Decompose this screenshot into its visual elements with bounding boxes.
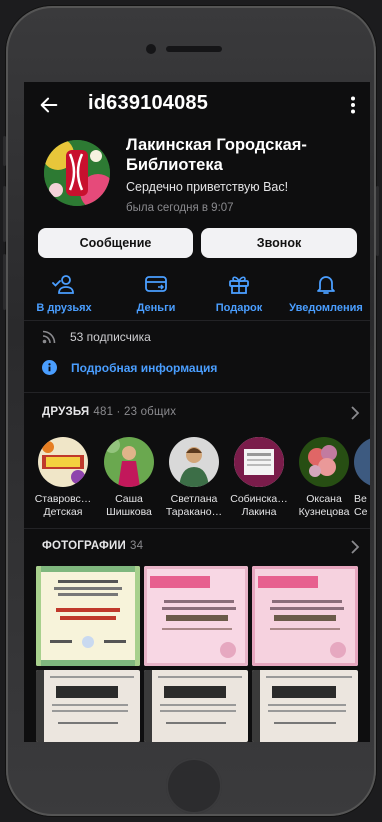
friend-item[interactable]: Саша Шишкова <box>94 437 164 519</box>
details-link: Подробная информация <box>71 360 218 375</box>
photo-thumbnail[interactable] <box>252 566 358 666</box>
divider <box>24 528 370 529</box>
friend-name: Тараканo… <box>165 506 223 518</box>
volume-up-button <box>3 186 6 242</box>
page-id-title: id639104085 <box>88 92 209 114</box>
call-button[interactable]: Звонок <box>201 228 357 258</box>
friend-name: Саша <box>115 493 143 505</box>
subscribers-row[interactable]: 53 подписчика <box>42 330 151 344</box>
friend-avatar <box>354 437 370 487</box>
photo-thumbnail[interactable] <box>252 670 358 742</box>
divider <box>24 392 370 393</box>
friend-avatar <box>299 437 349 487</box>
friend-avatar <box>104 437 154 487</box>
friend-check-icon <box>52 275 74 294</box>
friends-title: ДРУЗЬЯ <box>42 406 90 418</box>
profile-avatar[interactable] <box>44 140 110 206</box>
mute-switch <box>3 136 6 166</box>
app-screen: id639104085 Лакинская Городская-Библиоте… <box>24 82 370 742</box>
rss-icon <box>42 330 56 344</box>
action-label: В друзьях <box>36 302 92 314</box>
front-camera <box>146 44 156 54</box>
subscribers-count: 53 подписчика <box>70 330 151 344</box>
volume-down-button <box>3 254 6 310</box>
friend-name: Ставровс… <box>34 493 92 505</box>
photos-header[interactable]: ФОТОГРАФИИ 34 <box>42 540 143 552</box>
photos-title: ФОТОГРАФИИ <box>42 540 126 552</box>
friend-item[interactable]: Светлана Тараканo… <box>159 437 229 519</box>
friends-header[interactable]: ДРУЗЬЯ 481 · 23 общих <box>42 406 176 418</box>
profile-status: Сердечно приветствую Вас! <box>126 180 289 194</box>
friend-name: Се <box>354 506 368 518</box>
divider <box>24 320 370 321</box>
friend-item[interactable]: Оксана Кузнецова <box>289 437 359 519</box>
friend-name: Собинска… <box>230 493 288 505</box>
action-gift[interactable]: Подарок <box>199 272 279 314</box>
message-button[interactable]: Сообщение <box>38 228 193 258</box>
earpiece-speaker <box>166 46 222 52</box>
last-seen-text: была сегодня в 9:07 <box>126 202 234 214</box>
photo-thumbnail[interactable] <box>144 670 248 742</box>
action-label: Уведомления <box>289 302 363 314</box>
friend-item[interactable]: Собинска… Лакина <box>224 437 294 519</box>
photo-thumbnail[interactable] <box>36 670 140 742</box>
friend-item[interactable]: Ве Се <box>354 437 370 519</box>
back-arrow-icon[interactable] <box>38 94 60 116</box>
photo-thumbnail[interactable] <box>144 566 248 666</box>
top-bar: id639104085 <box>24 82 370 128</box>
friend-avatar <box>38 437 88 487</box>
gift-icon <box>229 276 249 294</box>
action-label: Подарок <box>215 302 263 314</box>
action-in-friends[interactable]: В друзьях <box>24 272 104 314</box>
friend-name: Лакина <box>241 506 277 518</box>
power-button <box>376 186 379 256</box>
chevron-right-icon[interactable] <box>350 540 360 554</box>
friends-count: 481 · 23 общих <box>93 406 177 418</box>
friend-avatar <box>169 437 219 487</box>
friend-name: Шишкова <box>106 506 152 518</box>
friend-name: Кузнецова <box>298 506 350 518</box>
friend-name: Оксана <box>306 493 342 505</box>
info-icon <box>42 360 57 375</box>
action-label: Деньги <box>136 302 176 314</box>
home-button[interactable] <box>166 758 222 814</box>
money-transfer-icon <box>145 276 167 292</box>
details-row[interactable]: Подробная информация <box>42 360 217 375</box>
photo-thumbnail[interactable] <box>36 566 140 666</box>
profile-name: Лакинская Городская-Библиотека <box>126 136 307 174</box>
friend-item[interactable]: Ставровс… Детская <box>28 437 98 519</box>
action-notifications[interactable]: Уведомления <box>282 272 370 314</box>
more-menu-icon[interactable] <box>350 96 356 114</box>
friend-name: Детская <box>43 506 83 518</box>
action-money[interactable]: Деньги <box>116 272 196 314</box>
chevron-right-icon[interactable] <box>350 406 360 420</box>
friend-avatar <box>234 437 284 487</box>
photos-count: 34 <box>130 540 144 552</box>
bell-icon <box>317 276 335 294</box>
friend-name: Светлана <box>170 493 218 505</box>
friend-name: Ве <box>354 493 367 505</box>
